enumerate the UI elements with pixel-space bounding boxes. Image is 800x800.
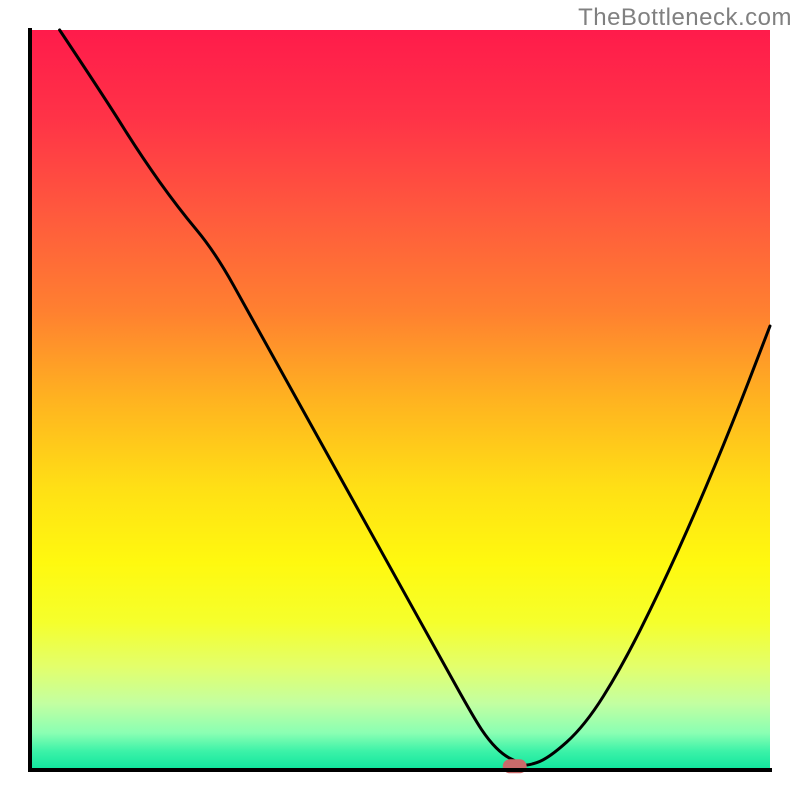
chart-svg xyxy=(0,0,800,800)
chart-frame: TheBottleneck.com xyxy=(0,0,800,800)
watermark-text: TheBottleneck.com xyxy=(578,4,792,32)
plot-background xyxy=(30,30,770,770)
